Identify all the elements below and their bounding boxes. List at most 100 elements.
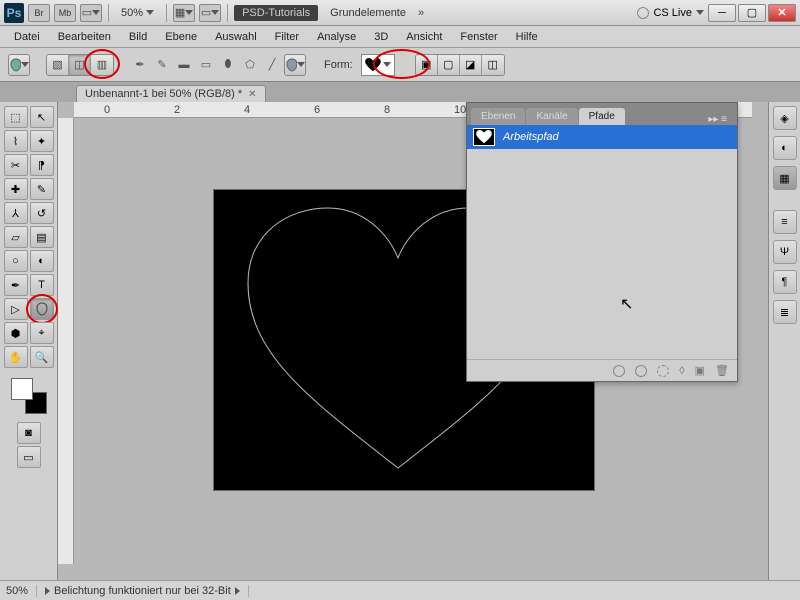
custom-shape-tool[interactable] xyxy=(284,54,306,76)
minimize-button[interactable]: ─ xyxy=(708,4,736,22)
selection-to-path-icon[interactable]: ◊ xyxy=(679,365,684,377)
freeform-pen-icon[interactable]: ✎ xyxy=(152,55,172,75)
arrange-button[interactable]: ▭ xyxy=(199,4,221,22)
exclude-path[interactable]: ◫ xyxy=(482,55,504,75)
menu-ansicht[interactable]: Ansicht xyxy=(398,28,450,46)
dock-para-icon[interactable]: ¶ xyxy=(773,270,797,294)
screenmode-toggle[interactable]: ▭ xyxy=(17,446,41,468)
path-thumbnail xyxy=(473,128,495,146)
bridge-button[interactable]: Br xyxy=(28,4,50,22)
more-workspaces-icon[interactable]: » xyxy=(418,7,424,19)
workspace-psd-tutorials[interactable]: PSD-Tutorials xyxy=(234,5,318,21)
pen-tool[interactable]: ✒ xyxy=(4,274,28,296)
add-to-path[interactable]: ▣ xyxy=(416,55,438,75)
dock-layers-icon[interactable]: ◈ xyxy=(773,106,797,130)
heart-icon xyxy=(365,58,381,72)
menu-filter[interactable]: Filter xyxy=(267,28,307,46)
move-tool[interactable]: ⬚ xyxy=(4,106,28,128)
line-shape[interactable]: ╱ xyxy=(262,55,282,75)
menu-bild[interactable]: Bild xyxy=(121,28,155,46)
dock-styles-icon[interactable]: ≣ xyxy=(773,300,797,324)
panel-body: Arbeitspfad xyxy=(467,125,737,359)
heal-tool[interactable]: ✚ xyxy=(4,178,28,200)
ellipse-shape[interactable]: ⬮ xyxy=(218,55,238,75)
crop-tool[interactable]: ✂ xyxy=(4,154,28,176)
eraser-tool[interactable]: ▱ xyxy=(4,226,28,248)
tool-preset-picker[interactable] xyxy=(8,54,30,76)
blur-tool[interactable]: ○ xyxy=(4,250,28,272)
status-message[interactable]: Belichtung funktioniert nur bei 32-Bit xyxy=(36,585,249,597)
chevron-down-icon xyxy=(696,10,704,15)
polygon-shape[interactable]: ⬠ xyxy=(240,55,260,75)
stamp-tool[interactable]: ⅄ xyxy=(4,202,28,224)
subtract-path[interactable]: ▢ xyxy=(438,55,460,75)
canvas-viewport: 0 2 4 6 8 10 12 14 16 Ebenen Kanäle Pfad… xyxy=(58,102,768,580)
chevron-down-icon xyxy=(383,62,391,67)
gradient-tool[interactable]: ▤ xyxy=(30,226,54,248)
brush-tool[interactable]: ✎ xyxy=(30,178,54,200)
custom-shape-picker[interactable] xyxy=(361,54,395,76)
paths-mode[interactable]: ◫ xyxy=(69,55,91,75)
menu-fenster[interactable]: Fenster xyxy=(452,28,505,46)
ruler-vertical[interactable] xyxy=(58,118,74,564)
history-brush-tool[interactable]: ↺ xyxy=(30,202,54,224)
menu-auswahl[interactable]: Auswahl xyxy=(207,28,265,46)
path-item-arbeitspfad[interactable]: Arbeitspfad xyxy=(467,125,737,149)
rounded-rect-shape[interactable]: ▭ xyxy=(196,55,216,75)
new-path-icon[interactable]: ▣ xyxy=(695,364,705,377)
foreground-color[interactable] xyxy=(11,378,33,400)
menu-3d[interactable]: 3D xyxy=(366,28,396,46)
pen-tool-icon[interactable]: ✒ xyxy=(130,55,150,75)
menu-analyse[interactable]: Analyse xyxy=(309,28,364,46)
maximize-button[interactable]: ▢ xyxy=(738,4,766,22)
wand-tool[interactable]: ✦ xyxy=(30,130,54,152)
path-to-selection-icon[interactable] xyxy=(657,365,669,377)
hand-tool[interactable]: ✋ xyxy=(4,346,28,368)
right-dock: ◈ ◐ ▦ ≡ Ψ ¶ ≣ xyxy=(768,102,800,580)
eyedropper-tool[interactable]: ⁋ xyxy=(30,154,54,176)
dock-char-icon[interactable]: Ψ xyxy=(773,240,797,264)
close-button[interactable]: ✕ xyxy=(768,4,796,22)
stroke-path-icon[interactable] xyxy=(635,365,647,377)
select-tool[interactable]: ↖ xyxy=(30,106,54,128)
document-tab[interactable]: Unbenannt-1 bei 50% (RGB/8) * ✕ xyxy=(76,85,266,102)
cslive-button[interactable]: CS Live xyxy=(637,7,704,19)
workspace-grundelemente[interactable]: Grundelemente xyxy=(322,5,414,21)
tab-pfade[interactable]: Pfade xyxy=(579,108,625,125)
quickmask-toggle[interactable]: ◙ xyxy=(17,422,41,444)
dock-navigator-icon[interactable]: ▦ xyxy=(773,166,797,190)
custom-shape-tool[interactable] xyxy=(30,298,54,320)
play-icon xyxy=(45,587,50,595)
minibridge-button[interactable]: Mb xyxy=(54,4,76,22)
fill-path-icon[interactable] xyxy=(613,365,625,377)
screen-mode-button[interactable]: ▭ xyxy=(80,4,102,22)
dock-adjust-icon[interactable]: ≡ xyxy=(773,210,797,234)
status-zoom[interactable]: 50% xyxy=(6,585,28,597)
shape-layers-mode[interactable]: ▧ xyxy=(47,55,69,75)
close-tab-icon[interactable]: ✕ xyxy=(248,89,256,100)
zoom-tool[interactable]: 🔍 xyxy=(30,346,54,368)
type-tool[interactable]: T xyxy=(30,274,54,296)
intersect-path[interactable]: ◪ xyxy=(460,55,482,75)
menu-ebene[interactable]: Ebene xyxy=(157,28,205,46)
lasso-tool[interactable]: ⌇ xyxy=(4,130,28,152)
menu-hilfe[interactable]: Hilfe xyxy=(508,28,546,46)
dock-color-icon[interactable]: ◐ xyxy=(773,136,797,160)
3d-camera-tool[interactable]: ⌖ xyxy=(30,322,54,344)
fill-pixels-mode[interactable]: ▥ xyxy=(91,55,113,75)
color-swatches[interactable] xyxy=(11,378,47,414)
path-select-tool[interactable]: ▷ xyxy=(4,298,28,320)
menu-datei[interactable]: Datei xyxy=(6,28,48,46)
menu-bearbeiten[interactable]: Bearbeiten xyxy=(50,28,119,46)
separator xyxy=(108,4,109,22)
rectangle-shape[interactable]: ▬ xyxy=(174,55,194,75)
zoom-display[interactable]: 50% xyxy=(115,7,160,19)
delete-path-icon[interactable]: 🗑 xyxy=(715,364,729,377)
3d-tool[interactable]: ⬢ xyxy=(4,322,28,344)
view-extras-button[interactable]: ▦ xyxy=(173,4,195,22)
dodge-tool[interactable]: ◐ xyxy=(30,250,54,272)
tab-kanaele[interactable]: Kanäle xyxy=(526,108,577,125)
separator xyxy=(227,4,228,22)
panel-menu-icon[interactable]: ▸▸ ≡ xyxy=(702,114,733,125)
tab-ebenen[interactable]: Ebenen xyxy=(471,108,525,125)
